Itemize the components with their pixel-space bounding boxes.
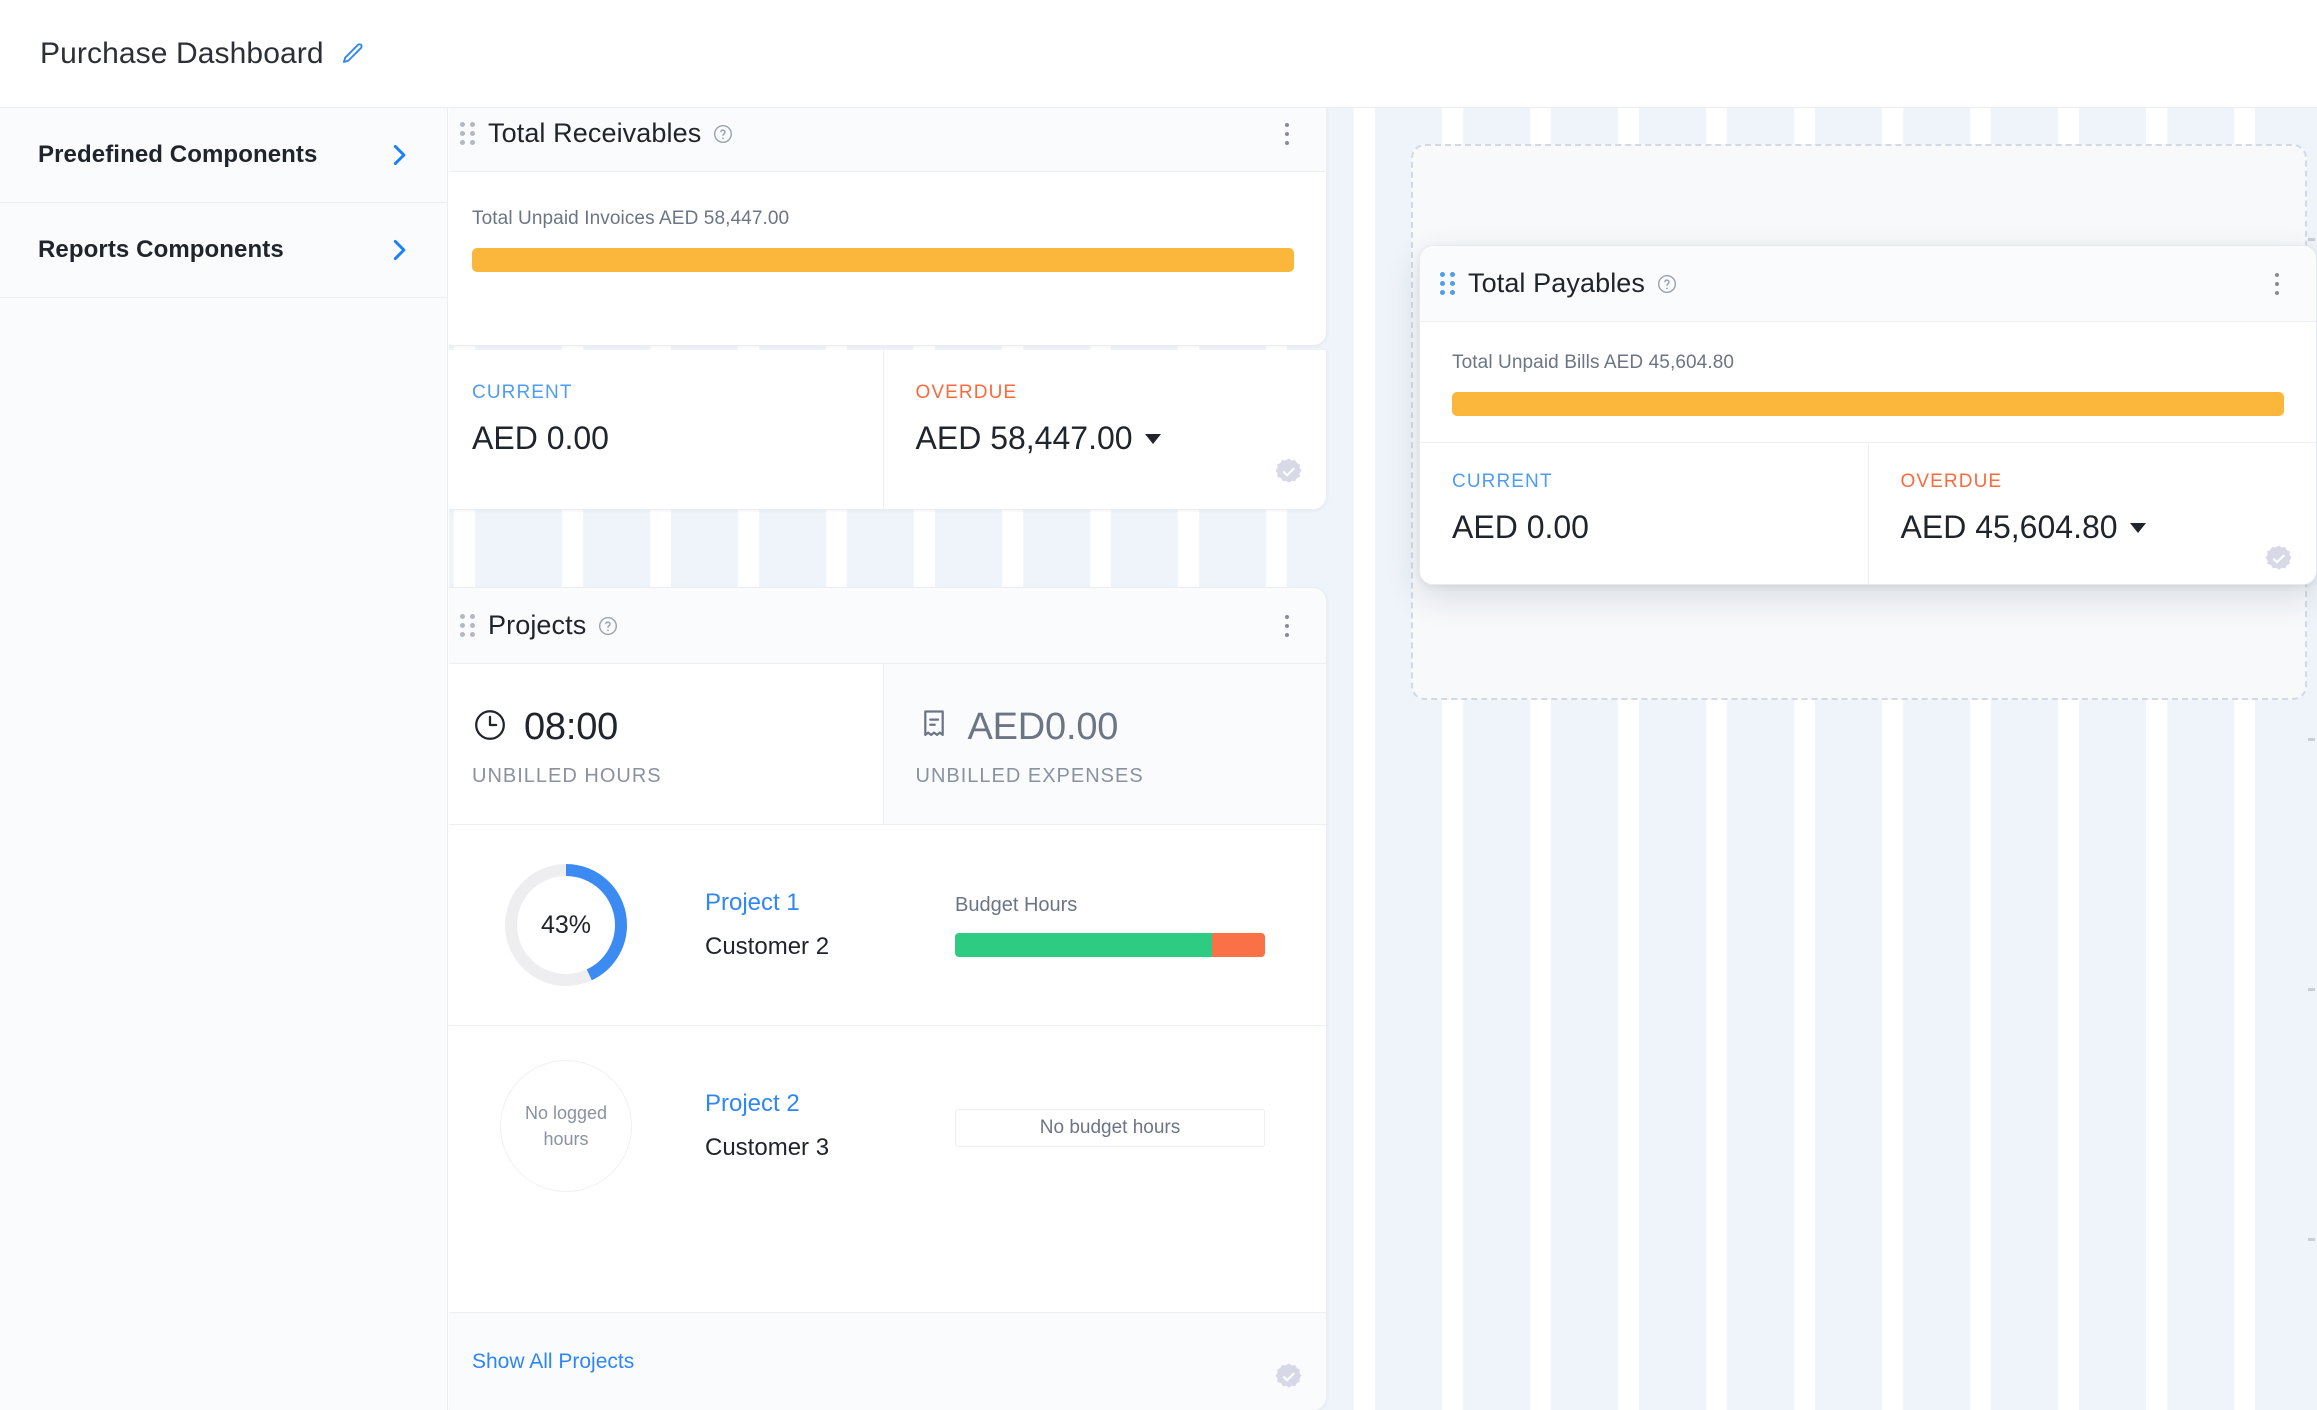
verified-check-badge	[1274, 457, 1304, 487]
overdue-amount: AED 45,604.80	[1901, 509, 2118, 546]
payables-progress-bar	[1452, 392, 2284, 416]
total-receivables-card: Total Receivables Total Unpaid Invoices …	[449, 108, 1327, 346]
kpi-unbilled-hours: 08:00 UNBILLED HOURS	[449, 664, 883, 825]
projects-card-footer: Show All Projects	[449, 1312, 1326, 1410]
no-hours-line-1: No logged	[525, 1100, 607, 1126]
question-circle-icon[interactable]	[597, 615, 619, 637]
payables-current: CURRENT AED 0.00	[1420, 443, 1868, 585]
payables-summary: Total Unpaid Bills AED 45,604.80	[1420, 322, 2316, 442]
receivables-summary-label: Total Unpaid Invoices AED 58,447.00	[472, 208, 1294, 230]
donut-percent-label: 43%	[500, 859, 632, 991]
question-circle-icon[interactable]	[1656, 273, 1678, 295]
verified-check-badge	[2264, 544, 2294, 574]
total-payables-card: Total Payables Total Unpaid Bills AED 45…	[1419, 245, 2317, 585]
project-budget: Budget Hours	[955, 894, 1294, 957]
sidebar-item-label: Reports Components	[38, 236, 284, 264]
overdue-tag: OVERDUE	[1901, 471, 2285, 493]
kebab-menu-icon[interactable]	[1274, 609, 1300, 643]
kpi-top: 08:00	[472, 706, 851, 749]
project-list-item: 43% Project 1 Customer 2 Budget Hours	[449, 825, 1326, 1025]
card-header-projects: Projects	[449, 588, 1326, 664]
overdue-tag: OVERDUE	[916, 382, 1295, 404]
overdue-amount: AED 58,447.00	[916, 420, 1133, 457]
kpi-caption: UNBILLED HOURS	[472, 765, 851, 788]
project-name-link[interactable]: Project 2	[705, 1090, 955, 1118]
payables-split: CURRENT AED 0.00 OVERDUE AED 45,604.80	[1420, 442, 2316, 585]
project-meta: Project 1 Customer 2	[705, 889, 955, 961]
payables-overdue: OVERDUE AED 45,604.80	[1868, 443, 2317, 585]
kpi-top: AED0.00	[916, 706, 1295, 749]
current-value: AED 0.00	[1452, 509, 1836, 546]
project-customer: Customer 3	[705, 1134, 955, 1162]
chevron-down-icon[interactable]	[1145, 434, 1161, 444]
overdue-value: AED 45,604.80	[1901, 509, 2285, 546]
sidebar-item-label: Predefined Components	[38, 141, 317, 169]
no-budget-hours-box: No budget hours	[955, 1109, 1265, 1147]
budget-caption: Budget Hours	[955, 894, 1294, 917]
project-budget: No budget hours	[955, 1105, 1294, 1147]
drag-handle-icon[interactable]	[1440, 272, 1456, 295]
kpi-unbilled-expenses: AED0.00 UNBILLED EXPENSES	[883, 664, 1327, 825]
projects-card: Projects	[449, 587, 1327, 1410]
show-all-projects-link[interactable]: Show All Projects	[472, 1350, 634, 1374]
kpi-value: 08:00	[524, 706, 618, 749]
budget-over-segment	[1212, 933, 1265, 957]
projects-kpi-row: 08:00 UNBILLED HOURS AED0.00	[449, 664, 1326, 825]
sidebar: Predefined Components Reports Components	[0, 108, 448, 1410]
page-title: Purchase Dashboard	[40, 37, 324, 71]
chevron-right-icon	[391, 144, 407, 166]
question-circle-icon[interactable]	[712, 123, 734, 145]
budget-used-segment	[955, 933, 1212, 957]
current-value: AED 0.00	[472, 420, 851, 457]
project-name-link[interactable]: Project 1	[705, 889, 955, 917]
project-list-item: No logged hours Project 2 Customer 3 No …	[449, 1025, 1326, 1226]
chevron-right-icon	[391, 239, 407, 261]
receivables-overdue: OVERDUE AED 58,447.00	[883, 350, 1327, 509]
current-tag: CURRENT	[472, 382, 851, 404]
sidebar-item-reports-components[interactable]: Reports Components	[0, 203, 447, 298]
dashboard-root: Purchase Dashboard Predefined Components…	[0, 0, 2317, 1410]
card-title: Total Receivables	[488, 118, 701, 149]
kebab-menu-icon[interactable]	[1274, 117, 1300, 151]
receipt-icon	[916, 707, 952, 748]
drag-handle-icon[interactable]	[460, 122, 476, 145]
project-customer: Customer 2	[705, 933, 955, 961]
project-meta: Project 2 Customer 3	[705, 1090, 955, 1162]
pencil-icon[interactable]	[340, 41, 366, 67]
budget-hours-bar	[955, 933, 1265, 957]
dashboard-canvas: Total Receivables Total Unpaid Invoices …	[449, 108, 2317, 1410]
sidebar-item-predefined-components[interactable]: Predefined Components	[0, 108, 447, 203]
overdue-value: AED 58,447.00	[916, 420, 1295, 457]
drag-handle-icon[interactable]	[460, 614, 476, 637]
verified-check-badge	[1274, 1362, 1304, 1392]
payables-summary-label: Total Unpaid Bills AED 45,604.80	[1452, 352, 2284, 374]
total-receivables-split-card: CURRENT AED 0.00 OVERDUE AED 58,447.00	[449, 350, 1327, 510]
card-title: Total Payables	[1468, 268, 1645, 299]
card-title: Projects	[488, 610, 586, 641]
chevron-down-icon[interactable]	[2130, 523, 2146, 533]
project-completion-donut: 43%	[500, 859, 632, 991]
card-header-payables: Total Payables	[1420, 246, 2316, 322]
receivables-current: CURRENT AED 0.00	[449, 350, 883, 509]
receivables-split: CURRENT AED 0.00 OVERDUE AED 58,447.00	[449, 350, 1326, 509]
card-header-receivables: Total Receivables	[449, 108, 1326, 172]
project-no-hours-circle: No logged hours	[500, 1060, 632, 1192]
no-hours-line-2: hours	[543, 1126, 588, 1152]
clock-icon	[472, 707, 508, 748]
kpi-caption: UNBILLED EXPENSES	[916, 765, 1295, 788]
kpi-value: AED0.00	[968, 706, 1119, 749]
receivables-progress-bar	[472, 248, 1294, 272]
top-bar: Purchase Dashboard	[0, 0, 2317, 108]
receivables-summary: Total Unpaid Invoices AED 58,447.00	[449, 172, 1326, 302]
current-tag: CURRENT	[1452, 471, 1836, 493]
kebab-menu-icon[interactable]	[2264, 267, 2290, 301]
